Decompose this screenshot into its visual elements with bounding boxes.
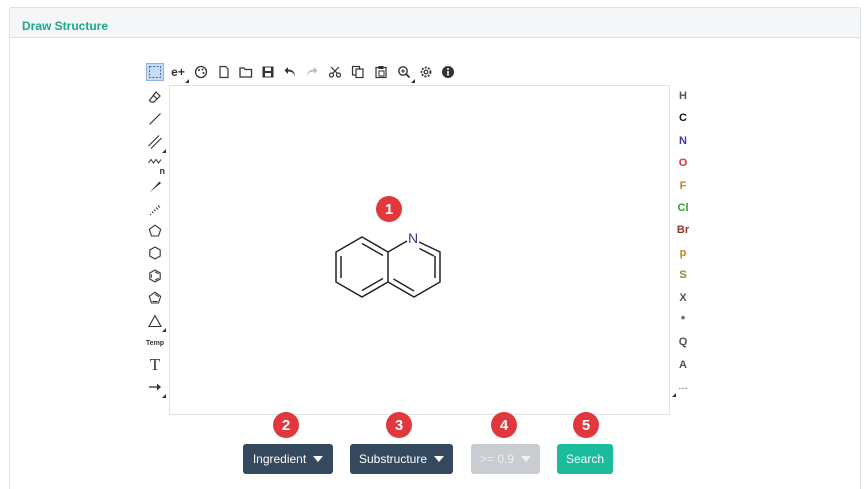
arrow-tool-icon[interactable] bbox=[146, 378, 166, 398]
hash-bond-icon[interactable] bbox=[146, 200, 164, 218]
single-bond-icon[interactable] bbox=[146, 110, 164, 128]
chevron-down-icon bbox=[521, 456, 532, 462]
atom-x[interactable]: X bbox=[676, 292, 690, 304]
atom-f[interactable]: F bbox=[676, 180, 690, 192]
similarity-label: >= 0.9 bbox=[479, 452, 515, 466]
chain-label: n bbox=[159, 166, 166, 176]
text-tool-label: T bbox=[149, 355, 161, 374]
atom-o[interactable]: O bbox=[676, 157, 690, 169]
atom-a[interactable]: A bbox=[676, 359, 690, 371]
atom-*[interactable]: * bbox=[676, 314, 690, 326]
substructure-dropdown[interactable]: Substructure bbox=[350, 444, 453, 474]
pyridine-ring bbox=[387, 240, 441, 298]
undo-icon[interactable] bbox=[281, 63, 299, 81]
badge-3: 3 bbox=[386, 412, 412, 438]
hexagon-ring-icon[interactable] bbox=[146, 244, 164, 262]
atom-cl[interactable]: Cl bbox=[676, 202, 690, 214]
search-button[interactable]: Search bbox=[557, 444, 613, 474]
charge-label: e+ bbox=[171, 65, 185, 79]
palette-icon[interactable] bbox=[192, 63, 210, 81]
substructure-label: Substructure bbox=[358, 452, 428, 466]
atom-h[interactable]: H bbox=[676, 90, 690, 102]
ingredient-label: Ingredient bbox=[252, 452, 307, 466]
panel-header: Draw Structure bbox=[10, 8, 860, 38]
panel-title: Draw Structure bbox=[22, 19, 109, 33]
wedge-bond-icon[interactable] bbox=[146, 178, 164, 196]
palette-corner-icon bbox=[672, 393, 676, 397]
more-atoms-icon[interactable]: ... bbox=[676, 380, 690, 392]
nitrogen-atom-label: N bbox=[408, 230, 418, 246]
template-icon[interactable]: Temp bbox=[146, 334, 164, 352]
drawing-canvas[interactable]: N bbox=[169, 85, 670, 415]
badge-1: 1 bbox=[376, 196, 402, 222]
chain-icon[interactable]: n bbox=[146, 155, 166, 176]
atom-p[interactable]: p bbox=[676, 247, 690, 259]
molecule-structure: N bbox=[335, 230, 441, 298]
redo-icon[interactable] bbox=[303, 63, 321, 81]
cyclopentadiene-ring-icon[interactable] bbox=[146, 289, 164, 307]
new-file-icon[interactable] bbox=[215, 63, 233, 81]
info-icon[interactable] bbox=[439, 63, 457, 81]
atom-br[interactable]: Br bbox=[676, 224, 690, 236]
copy-icon[interactable] bbox=[349, 63, 367, 81]
benzene-ring bbox=[335, 236, 389, 298]
eraser-icon[interactable] bbox=[146, 88, 164, 106]
badge-2: 2 bbox=[273, 412, 299, 438]
settings-icon[interactable] bbox=[417, 63, 435, 81]
charge-plus-icon[interactable]: e+ bbox=[169, 63, 189, 83]
atom-q[interactable]: Q bbox=[676, 336, 690, 348]
template-label: Temp bbox=[145, 339, 165, 347]
atom-s[interactable]: S bbox=[676, 269, 690, 281]
text-tool-icon[interactable]: T bbox=[146, 355, 164, 374]
atom-c[interactable]: C bbox=[676, 112, 690, 124]
badge-4: 4 bbox=[491, 412, 517, 438]
cut-icon[interactable] bbox=[326, 63, 344, 81]
similarity-dropdown[interactable]: >= 0.9 bbox=[471, 444, 540, 474]
ingredient-dropdown[interactable]: Ingredient bbox=[243, 444, 333, 474]
rectangle-select-icon[interactable] bbox=[146, 63, 164, 81]
open-folder-icon[interactable] bbox=[237, 63, 255, 81]
double-bond-icon[interactable] bbox=[146, 133, 166, 153]
pentagon-ring-icon[interactable] bbox=[146, 222, 164, 240]
chevron-down-icon bbox=[313, 456, 324, 462]
paste-icon[interactable] bbox=[372, 63, 390, 81]
chevron-down-icon bbox=[434, 456, 445, 462]
triangle-ring-icon[interactable] bbox=[146, 312, 166, 332]
atom-n[interactable]: N bbox=[676, 135, 690, 147]
badge-5: 5 bbox=[573, 412, 599, 438]
benzene-ring-icon[interactable] bbox=[146, 267, 164, 285]
zoom-icon[interactable] bbox=[395, 63, 415, 83]
save-icon[interactable] bbox=[259, 63, 277, 81]
